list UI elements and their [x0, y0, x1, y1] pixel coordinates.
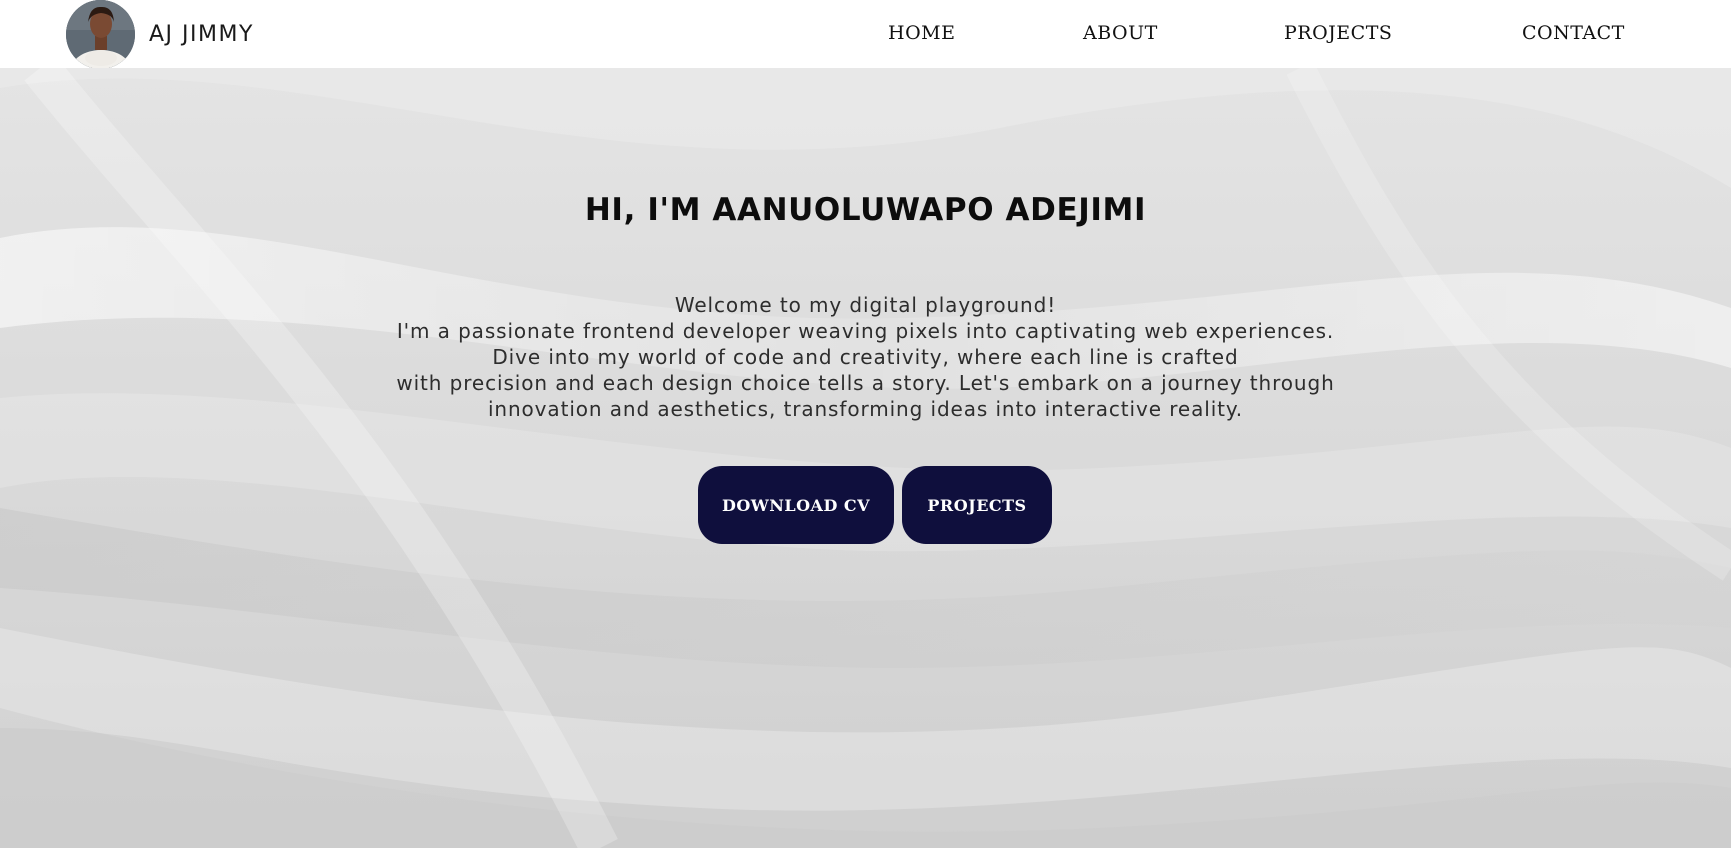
- hero-line: Welcome to my digital playground!: [674, 293, 1057, 317]
- nav-projects-link[interactable]: PROJECTS: [1284, 22, 1392, 44]
- hero-section: HI, I'M AANUOLUWAPO ADEJIMI Welcome to m…: [0, 68, 1731, 848]
- navbar: AJ JIMMY HOME ABOUT PROJECTS CONTACT: [0, 0, 1731, 69]
- nav-home-link[interactable]: HOME: [888, 22, 955, 44]
- hero-title: HI, I'M AANUOLUWAPO ADEJIMI: [584, 192, 1147, 228]
- main-nav: HOME ABOUT PROJECTS CONTACT: [0, 0, 1731, 68]
- hero-line: Dive into my world of code and creativit…: [492, 345, 1239, 369]
- hero-line: I'm a passionate frontend developer weav…: [396, 319, 1335, 343]
- abstract-waves-background: [0, 68, 1731, 848]
- nav-contact-link[interactable]: CONTACT: [1522, 22, 1625, 44]
- download-cv-button[interactable]: DOWNLOAD CV: [698, 466, 894, 544]
- hero-line: innovation and aesthetics, transforming …: [487, 397, 1244, 421]
- projects-button[interactable]: PROJECTS: [902, 466, 1052, 544]
- hero-intro: Welcome to my digital playground! I'm a …: [0, 292, 1731, 422]
- nav-about-link[interactable]: ABOUT: [1083, 22, 1158, 44]
- hero-line: with precision and each design choice te…: [396, 371, 1335, 395]
- hero-actions: DOWNLOAD CV PROJECTS: [698, 466, 1052, 544]
